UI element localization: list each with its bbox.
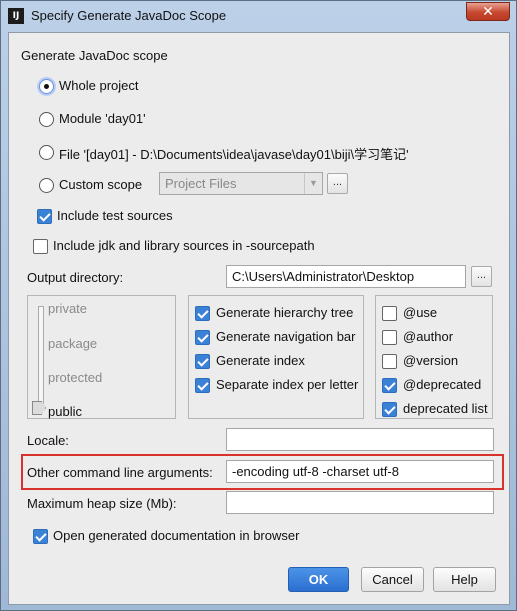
visibility-private[interactable]: private [48, 301, 87, 316]
generate-navigation-bar-label: Generate navigation bar [216, 329, 356, 344]
heap-size-label: Maximum heap size (Mb): [27, 496, 177, 511]
ok-button[interactable]: OK [288, 567, 349, 592]
locale-field[interactable] [226, 428, 494, 451]
deprecated-list-checkbox[interactable] [382, 402, 397, 417]
include-jdk-checkbox[interactable] [33, 239, 48, 254]
visibility-package[interactable]: package [48, 336, 97, 351]
custom-scope-browse-button[interactable]: ... [327, 173, 348, 194]
generate-hierarchy-tree-checkbox[interactable] [195, 306, 210, 321]
output-directory-field[interactable]: C:\Users\Administrator\Desktop [226, 265, 466, 288]
generate-hierarchy-tree-label: Generate hierarchy tree [216, 305, 354, 320]
tag-options-group: @use @author @version @deprecated deprec… [375, 295, 493, 419]
tag-deprecated-label: @deprecated [403, 377, 482, 392]
output-directory-browse-button[interactable]: ... [471, 266, 492, 287]
visibility-group: private package protected public [27, 295, 176, 419]
generate-index-label: Generate index [216, 353, 305, 368]
intellij-app-icon: IJ [8, 8, 24, 24]
radio-file-label: File '[day01] - D:\Documents\idea\javase… [59, 147, 409, 162]
title-bar[interactable]: IJ Specify Generate JavaDoc Scope ✕ [1, 1, 516, 31]
close-button[interactable]: ✕ [466, 2, 510, 21]
visibility-slider-track[interactable] [38, 306, 44, 410]
open-in-browser-checkbox[interactable] [33, 529, 48, 544]
dialog-content: Generate JavaDoc scope Whole project Mod… [8, 32, 510, 605]
include-test-sources-label: Include test sources [57, 208, 173, 223]
chevron-down-icon[interactable]: ▼ [304, 173, 322, 194]
output-directory-label: Output directory: [27, 270, 124, 285]
heap-size-field[interactable] [226, 491, 494, 514]
locale-label: Locale: [27, 433, 69, 448]
tag-use-label: @use [403, 305, 438, 320]
tag-version-label: @version [403, 353, 459, 368]
radio-module[interactable] [39, 112, 54, 127]
tag-deprecated-checkbox[interactable] [382, 378, 397, 393]
radio-file[interactable] [39, 145, 54, 160]
cancel-button[interactable]: Cancel [361, 567, 424, 592]
radio-whole-project[interactable] [39, 79, 54, 94]
include-jdk-label: Include jdk and library sources in -sour… [53, 238, 315, 253]
radio-custom-scope-label: Custom scope [59, 177, 143, 192]
generate-navigation-bar-checkbox[interactable] [195, 330, 210, 345]
radio-module-label: Module 'day01' [59, 111, 146, 126]
tag-use-checkbox[interactable] [382, 306, 397, 321]
radio-custom-scope[interactable] [39, 178, 54, 193]
generate-index-checkbox[interactable] [195, 354, 210, 369]
open-in-browser-label: Open generated documentation in browser [53, 528, 300, 543]
custom-scope-select[interactable]: Project Files ▼ [159, 172, 323, 195]
tag-version-checkbox[interactable] [382, 354, 397, 369]
generate-options-group: Generate hierarchy tree Generate navigat… [188, 295, 364, 419]
other-args-label: Other command line arguments: [27, 465, 213, 480]
dialog-title: Specify Generate JavaDoc Scope [31, 8, 227, 23]
visibility-protected[interactable]: protected [48, 370, 102, 385]
scope-heading: Generate JavaDoc scope [21, 48, 168, 63]
include-test-sources-checkbox[interactable] [37, 209, 52, 224]
radio-whole-project-label: Whole project [59, 78, 139, 93]
visibility-public[interactable]: public [48, 404, 82, 419]
separate-index-checkbox[interactable] [195, 378, 210, 393]
radio-dot [44, 84, 49, 89]
other-args-field[interactable]: -encoding utf-8 -charset utf-8 [226, 460, 494, 483]
tag-author-label: @author [403, 329, 454, 344]
separate-index-label: Separate index per letter [216, 377, 359, 392]
dialog-window: IJ Specify Generate JavaDoc Scope ✕ Gene… [0, 0, 517, 611]
deprecated-list-label: deprecated list [403, 401, 488, 416]
tag-author-checkbox[interactable] [382, 330, 397, 345]
help-button[interactable]: Help [433, 567, 496, 592]
custom-scope-value: Project Files [165, 176, 237, 191]
